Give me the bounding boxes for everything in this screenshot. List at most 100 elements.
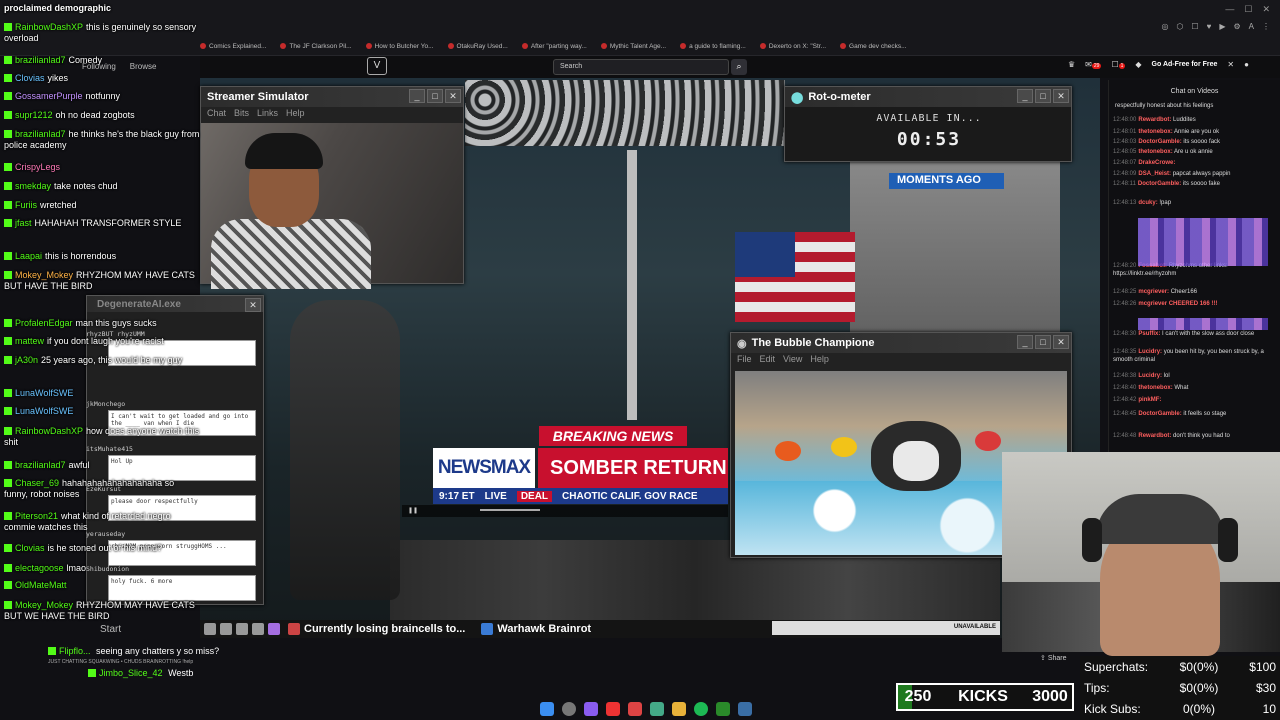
chat-username[interactable]: DoctorGamble:: [1138, 181, 1181, 187]
chat-username[interactable]: Lucidry:: [1138, 349, 1162, 355]
taskbar-item[interactable]: Currently losing braincells to...: [280, 623, 473, 635]
minimize-button[interactable]: _: [1017, 89, 1033, 103]
pause-icon[interactable]: ❚❚: [408, 508, 418, 514]
close-button[interactable]: ✕: [1053, 335, 1069, 349]
chat-username[interactable]: Lucidry:: [1138, 373, 1162, 379]
chat-username[interactable]: Chaser_69: [15, 478, 59, 488]
chat-username[interactable]: Clovias: [15, 73, 45, 83]
bookmark-item[interactable]: Game dev checks...: [840, 40, 907, 52]
share-button[interactable]: ⇪ Share: [1040, 654, 1067, 662]
menu-icon[interactable]: ⋮: [1262, 22, 1270, 31]
chat-username[interactable]: electagoose: [15, 563, 64, 573]
chat-username[interactable]: pinkMF:: [1138, 397, 1161, 403]
bookmark-item[interactable]: Comics Explained...: [200, 40, 266, 52]
chat-username[interactable]: mcgriever CHEERED 166 !!!: [1138, 301, 1217, 307]
app-icon[interactable]: [650, 702, 664, 716]
chat-username[interactable]: DoctorGamble:: [1138, 411, 1181, 417]
bits-icon[interactable]: ◆: [1135, 60, 1141, 69]
windows-start-icon[interactable]: [540, 702, 554, 716]
go-adfree-button[interactable]: Go Ad-Free for Free: [1152, 61, 1218, 68]
chat-username[interactable]: jfast: [15, 218, 32, 228]
minimize-icon[interactable]: —: [1225, 4, 1234, 15]
app-icon[interactable]: [268, 623, 280, 635]
discord-icon[interactable]: [584, 702, 598, 716]
menu-item[interactable]: Chat: [207, 108, 226, 118]
maximize-button[interactable]: □: [1035, 89, 1051, 103]
bookmark-item[interactable]: How to Butcher Yo...: [365, 40, 434, 52]
play-icon[interactable]: ▶: [1219, 22, 1225, 31]
chat-username[interactable]: thetonebox:: [1138, 149, 1172, 155]
search-icon[interactable]: [562, 702, 576, 716]
notifications-icon[interactable]: ✉ 29: [1085, 60, 1102, 69]
chat-username[interactable]: thetonebox:: [1138, 385, 1172, 391]
video-chat-panel[interactable]: Chat on Videos respectfully honest about…: [1108, 80, 1280, 452]
minimize-button[interactable]: _: [1017, 335, 1033, 349]
settings-icon[interactable]: ⚙: [1233, 22, 1240, 31]
chat-username[interactable]: smekday: [15, 181, 51, 191]
menu-item[interactable]: Help: [286, 108, 305, 118]
bookmark-item[interactable]: After "parting way...: [521, 40, 587, 52]
chat-username[interactable]: LunaWolfSWE: [15, 388, 73, 398]
chat-username[interactable]: Laapai: [15, 251, 42, 261]
chat-username[interactable]: mcgriever:: [1138, 289, 1169, 295]
search-icon[interactable]: ⌕: [731, 59, 747, 75]
chat-username[interactable]: DSA_Heist:: [1138, 171, 1171, 177]
bookmark-item[interactable]: a guide to flaming...: [680, 40, 746, 52]
menu-item[interactable]: Edit: [760, 354, 776, 364]
chat-username[interactable]: LunaWolfSWE: [15, 406, 73, 416]
chat-username[interactable]: RainbowDashXP: [15, 22, 83, 32]
bookmark-item[interactable]: Mythic Talent Age...: [600, 40, 666, 52]
chat-username[interactable]: Mokey_Mokey: [15, 600, 73, 610]
chat-username[interactable]: Rewardbot:: [1138, 117, 1171, 123]
chat-username[interactable]: brazilianlad7: [15, 460, 66, 470]
video-player-controls[interactable]: ❚❚: [402, 505, 728, 517]
close-button[interactable]: ✕: [245, 298, 261, 312]
maximize-button[interactable]: □: [1035, 335, 1051, 349]
whisper-icon[interactable]: ☐ 1: [1111, 60, 1126, 69]
chat-username[interactable]: Psuffix:: [1138, 331, 1160, 337]
maximize-button[interactable]: □: [427, 89, 443, 103]
menu-item[interactable]: File: [737, 354, 752, 364]
site-logo[interactable]: V: [367, 57, 387, 75]
chat-username[interactable]: Furiis: [15, 200, 37, 210]
menu-item[interactable]: Links: [257, 108, 278, 118]
chat-username[interactable]: ProfalenEdgar: [15, 318, 73, 328]
app-icon[interactable]: [204, 623, 216, 635]
taskbar-item[interactable]: Warhawk Brainrot: [473, 623, 599, 635]
rot-o-meter-window[interactable]: ⬤ Rot-o-meter _ □ ✕ AVAILABLE IN... 00:5…: [784, 86, 1072, 162]
profile-icon[interactable]: A: [1249, 22, 1254, 31]
chat-username[interactable]: thetonebox:: [1138, 129, 1172, 135]
chat-username[interactable]: GossamerPurple: [15, 91, 83, 101]
spotify-icon[interactable]: [694, 702, 708, 716]
extension-icon[interactable]: ✕: [1227, 60, 1234, 69]
streamer-simulator-window[interactable]: Streamer Simulator _ □ ✕ Chat Bits Links…: [200, 86, 464, 289]
menu-item[interactable]: View: [783, 354, 802, 364]
extension-icon[interactable]: ☐: [1191, 22, 1198, 31]
app-icon[interactable]: [236, 623, 248, 635]
chat-username[interactable]: Piterson21: [15, 511, 58, 521]
app-icon[interactable]: [220, 623, 232, 635]
xbox-icon[interactable]: [716, 702, 730, 716]
chat-username[interactable]: Mokey_Mokey: [15, 270, 73, 280]
progress-bar[interactable]: [479, 509, 540, 512]
obs-icon[interactable]: [606, 702, 620, 716]
folder-icon[interactable]: [672, 702, 686, 716]
chat-username[interactable]: OldMateMatt: [15, 580, 67, 590]
avatar[interactable]: ●: [1244, 60, 1249, 69]
extension-icon[interactable]: ◎: [1161, 22, 1168, 31]
bookmark-icon[interactable]: ♥: [1207, 22, 1212, 31]
search-input[interactable]: Search: [553, 59, 729, 75]
chat-username[interactable]: jA30n: [15, 355, 38, 365]
chat-username[interactable]: DrakeCrowe:: [1138, 160, 1175, 166]
close-button[interactable]: ✕: [1053, 89, 1069, 103]
app-icon[interactable]: [252, 623, 264, 635]
chat-username[interactable]: DoctorGamble:: [1138, 139, 1181, 145]
close-icon[interactable]: ✕: [1262, 4, 1270, 15]
chat-username[interactable]: CrispyLegs: [15, 162, 60, 172]
chat-username[interactable]: Clovias: [15, 543, 45, 553]
bookmark-item[interactable]: The JF Clarkson Pil...: [280, 40, 352, 52]
chat-username[interactable]: supr1212: [15, 110, 53, 120]
extension-icon[interactable]: ⬡: [1176, 22, 1183, 31]
close-button[interactable]: ✕: [445, 89, 461, 103]
steam-icon[interactable]: [738, 702, 752, 716]
